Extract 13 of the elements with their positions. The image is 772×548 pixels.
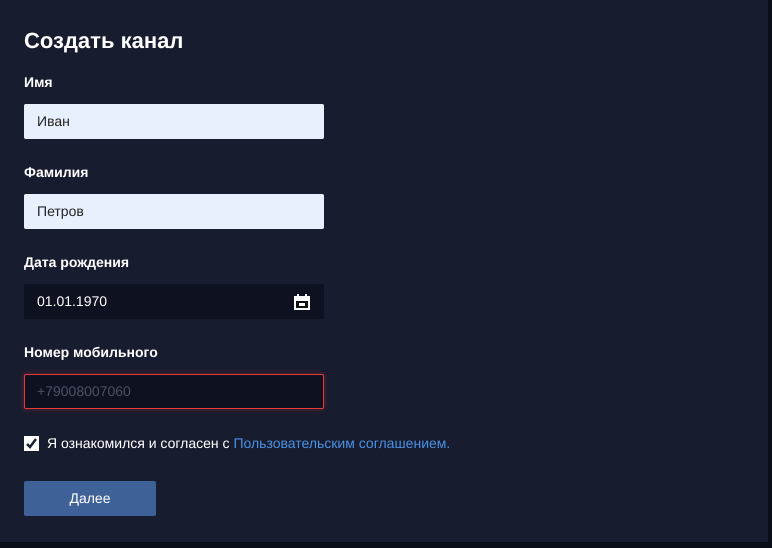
agreement-text: Я ознакомился и согласен с Пользовательским соглашением. <box>47 434 450 453</box>
field-label: Фамилия <box>24 163 90 181</box>
agreement-checkbox[interactable] <box>24 436 39 451</box>
input-field[interactable]: Иван <box>24 104 324 139</box>
next-button[interactable]: Далее <box>24 481 156 516</box>
field-label: Дата рождения <box>24 253 130 271</box>
agreement-link[interactable]: Пользовательским соглашением. <box>233 435 450 451</box>
page-title: Создать канал <box>24 27 184 55</box>
field-label: Номер мобильного <box>24 343 159 361</box>
field-label: Имя <box>24 73 54 91</box>
input-field[interactable]: Петров <box>24 194 324 229</box>
calendar-icon[interactable] <box>293 292 311 310</box>
date-field[interactable]: 01.01.1970 <box>24 284 324 319</box>
